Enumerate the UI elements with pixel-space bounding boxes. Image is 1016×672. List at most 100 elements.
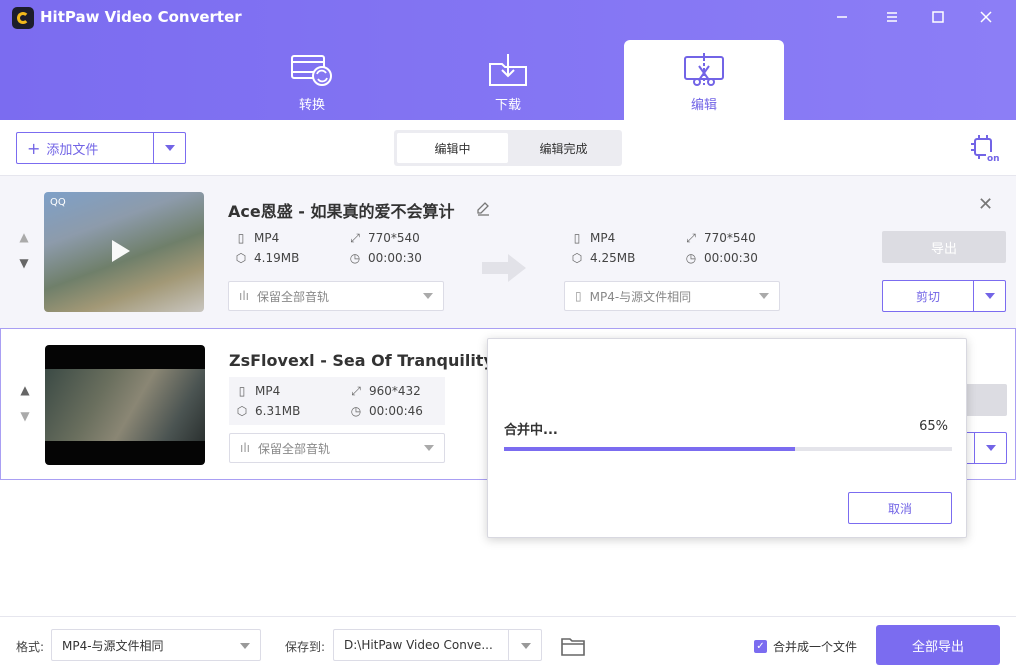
- resize-icon: ⤢: [350, 231, 360, 245]
- video-frame: [45, 369, 205, 441]
- file-icon: ▯: [575, 289, 582, 303]
- cut-button-partial[interactable]: [961, 432, 1007, 464]
- toolbox-icon[interactable]: [881, 6, 903, 28]
- video-title: Ace恩盛 - 如果真的爱不会算计: [228, 202, 455, 221]
- merge-progress-percent: 65%: [919, 419, 948, 434]
- merge-files-label: 合并成一个文件: [773, 640, 858, 654]
- tab-edit[interactable]: 编辑: [624, 40, 784, 120]
- add-file-label: 添加文件: [46, 142, 99, 158]
- tab-convert[interactable]: 转换: [232, 40, 392, 120]
- save-path-select[interactable]: D:\HitPaw Video Conve...: [333, 629, 542, 661]
- output-format-select[interactable]: MP4-与源文件相同: [51, 629, 261, 661]
- edit-status-segment: 编辑中 编辑完成: [394, 130, 622, 166]
- box-icon: ⬡: [571, 251, 583, 265]
- audio-wave-icon: ılı: [239, 289, 250, 303]
- source-duration: ◷ 00:00:30: [349, 251, 422, 265]
- reorder-controls: ▲ ▼: [17, 377, 33, 429]
- chevron-down-icon: [424, 445, 434, 451]
- video-thumbnail[interactable]: [45, 345, 205, 465]
- export-button[interactable]: 导出: [882, 231, 1006, 263]
- move-up-icon[interactable]: ▲: [17, 377, 33, 403]
- source-resolution: ⤢ 960*432: [349, 384, 421, 399]
- chevron-down-icon: [423, 293, 433, 299]
- open-folder-icon[interactable]: [560, 635, 586, 657]
- merge-progress-dialog: 合并中... 65% 取消: [487, 338, 967, 538]
- add-file-dropdown[interactable]: [153, 133, 185, 163]
- plus-icon: +: [27, 138, 41, 158]
- add-file-main[interactable]: + 添加文件: [17, 133, 153, 163]
- resize-icon: ⤢: [686, 231, 696, 245]
- output-duration: ◷ 00:00:30: [685, 251, 758, 265]
- export-button-partial[interactable]: [961, 384, 1007, 416]
- chevron-down-icon: [164, 145, 175, 151]
- reorder-controls: ▲ ▼: [16, 224, 32, 276]
- output-format: ▯ MP4: [570, 231, 616, 245]
- app-title: HitPaw Video Converter: [40, 8, 242, 26]
- rename-pencil-icon[interactable]: [475, 200, 491, 216]
- audio-wave-icon: ılı: [240, 441, 251, 455]
- hardware-acceleration-icon[interactable]: on: [970, 134, 1000, 164]
- save-to-label: 保存到:: [285, 640, 326, 654]
- merge-files-checkbox[interactable]: ✓ 合并成一个文件: [754, 638, 857, 655]
- cut-button[interactable]: 剪切: [882, 280, 1006, 312]
- cancel-button[interactable]: 取消: [848, 492, 952, 524]
- file-icon: ▯: [573, 231, 581, 245]
- source-format: ▯ MP4: [234, 231, 280, 245]
- checkbox-checked-icon[interactable]: ✓: [754, 640, 767, 653]
- output-size: ⬡ 4.25MB: [571, 251, 636, 265]
- tab-download-label: 下载: [494, 98, 521, 113]
- screen-scissors-icon: [684, 53, 724, 86]
- move-down-icon[interactable]: ▼: [16, 250, 32, 276]
- svg-text:on: on: [987, 154, 1000, 164]
- audio-track-select[interactable]: ılı 保留全部音轨: [229, 433, 445, 463]
- box-icon: ⬡: [236, 404, 248, 418]
- footer-bar: 格式: MP4-与源文件相同 保存到: D:\HitPaw Video Conv…: [0, 616, 1016, 672]
- chevron-down-icon: [759, 293, 769, 299]
- app-logo-icon: [12, 7, 34, 29]
- export-all-button[interactable]: 全部导出: [876, 625, 1000, 665]
- arrow-right-icon: [482, 254, 526, 282]
- merge-progress-bar: [504, 447, 952, 451]
- minimize-icon[interactable]: [831, 6, 853, 28]
- cut-dropdown[interactable]: [973, 281, 1005, 311]
- merge-progress-title: 合并中...: [504, 423, 558, 438]
- chevron-down-icon: [985, 445, 996, 451]
- clock-icon: ◷: [685, 251, 697, 265]
- list-item: ▲ ▼ QQ Ace恩盛 - 如果真的爱不会算计 ▯ MP4 ⤢ 770*540 ⬡…: [0, 176, 1016, 328]
- source-size: ⬡ 6.31MB: [236, 404, 301, 418]
- clock-icon: ◷: [350, 404, 362, 418]
- source-duration: ◷ 00:00:46: [350, 404, 423, 418]
- cut-dropdown[interactable]: [974, 433, 1006, 463]
- maximize-icon[interactable]: [927, 6, 949, 28]
- file-icon: ▯: [237, 231, 245, 245]
- file-icon: ▯: [238, 384, 246, 398]
- close-icon[interactable]: [975, 6, 997, 28]
- segment-finished[interactable]: 编辑完成: [508, 133, 619, 163]
- audio-track-select[interactable]: ılı 保留全部音轨: [228, 281, 444, 311]
- title-bar: HitPaw Video Converter 转换 下载 编辑: [0, 0, 1016, 120]
- chevron-down-icon: [984, 293, 995, 299]
- thumbnail-tag: QQ: [50, 197, 66, 208]
- toolbar: + 添加文件 编辑中 编辑完成 on: [0, 120, 1016, 176]
- clock-icon: ◷: [349, 251, 361, 265]
- source-size: ⬡ 4.19MB: [235, 251, 300, 265]
- output-format-select[interactable]: ▯ MP4-与源文件相同: [564, 281, 780, 311]
- move-up-icon[interactable]: ▲: [16, 224, 32, 250]
- merge-progress-fill: [504, 447, 796, 451]
- add-file-button[interactable]: + 添加文件: [16, 132, 186, 164]
- remove-item-icon[interactable]: ✕: [978, 194, 993, 215]
- box-icon: ⬡: [235, 251, 247, 265]
- source-resolution: ⤢ 770*540: [348, 231, 420, 246]
- tab-download[interactable]: 下载: [428, 40, 588, 120]
- source-format: ▯ MP4: [235, 384, 281, 398]
- cut-button-main[interactable]: 剪切: [883, 281, 973, 311]
- resize-icon: ⤢: [351, 384, 361, 398]
- folder-download-icon: [489, 54, 527, 86]
- play-icon[interactable]: [112, 240, 130, 262]
- tab-edit-label: 编辑: [690, 98, 717, 113]
- segment-editing[interactable]: 编辑中: [397, 133, 508, 163]
- video-thumbnail[interactable]: QQ: [44, 192, 204, 312]
- video-title: ZsFlovexl - Sea Of Tranquility: [229, 351, 494, 370]
- move-down-icon[interactable]: ▼: [17, 403, 33, 429]
- film-convert-icon: [291, 55, 332, 86]
